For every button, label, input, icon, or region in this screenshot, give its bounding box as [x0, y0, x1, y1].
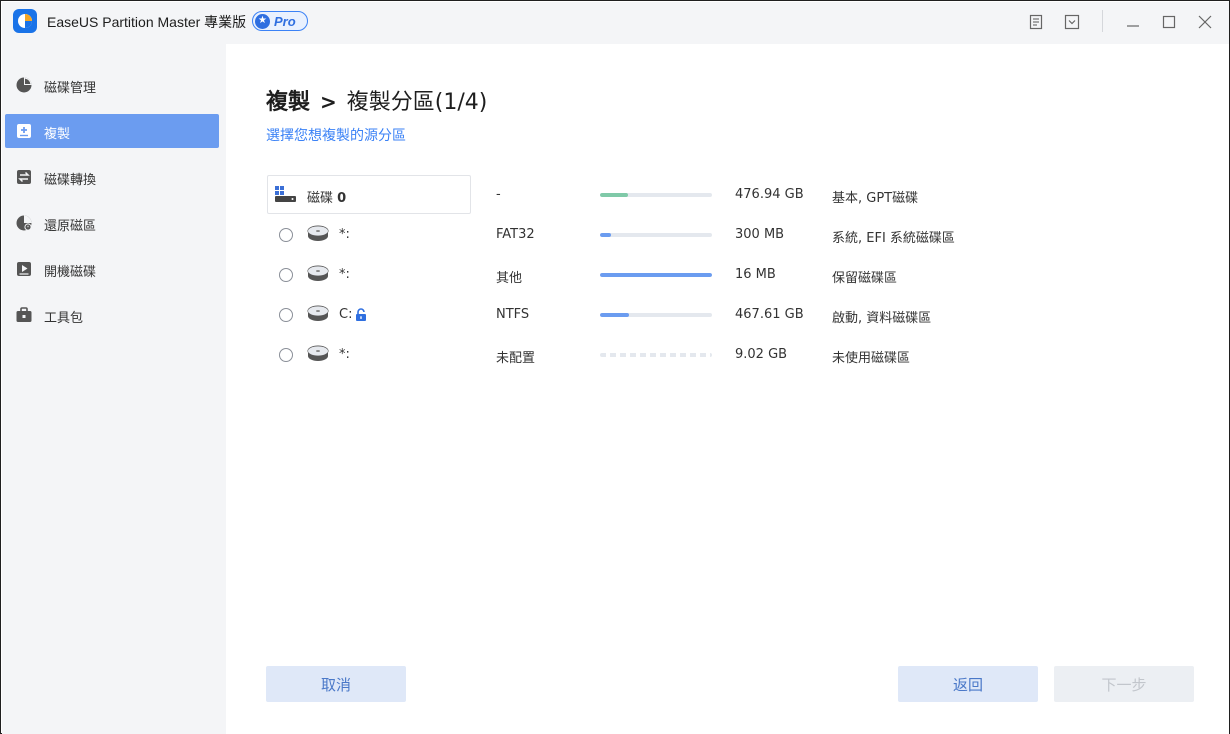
partition-usage-bar: [600, 233, 712, 237]
partition-usage-bar: [600, 353, 712, 357]
toolkit-icon: [16, 307, 32, 322]
partition-size: 9.02 GB: [735, 347, 788, 362]
partition-usage-bar: [600, 273, 712, 277]
notepad-icon: [1029, 14, 1043, 30]
unlock-icon: [356, 308, 366, 321]
minimize-icon: [1127, 25, 1139, 27]
partition-name: C:: [339, 307, 353, 322]
partition-radio[interactable]: [279, 348, 293, 362]
sidebar-item-label: 複製: [44, 127, 71, 142]
disk-size: 476.94 GB: [735, 187, 804, 202]
partition-disk-icon: [307, 305, 329, 321]
partition-row[interactable]: C: NTFS 467.61 GB 啟動, 資料磁碟區: [266, 295, 1206, 335]
partition-disk-icon: [307, 225, 329, 241]
partition-row[interactable]: *: 未配置 9.02 GB 未使用磁碟區: [266, 335, 1206, 375]
sidebar-item-label: 開機磁碟: [44, 265, 97, 280]
sidebar-item-label: 工具包: [44, 311, 84, 326]
partition-disk-icon: [307, 265, 329, 281]
partition-size: 16 MB: [735, 267, 776, 282]
sidebar-item-disk-convert[interactable]: 磁碟轉換: [5, 160, 219, 194]
sidebar-item-label: 磁碟轉換: [44, 173, 97, 188]
partition-filesystem: NTFS: [496, 307, 530, 322]
breadcrumb-current: 複製分區(1/4): [346, 90, 488, 115]
star-icon: ★: [255, 13, 270, 29]
minimize-button[interactable]: [1123, 12, 1143, 32]
convert-icon: [17, 170, 31, 184]
pro-badge-label: Pro: [274, 13, 296, 29]
partition-filesystem: 未配置: [496, 351, 536, 366]
app-title: EaseUS Partition Master 專業版: [47, 14, 247, 30]
dropdown-box-icon: [1064, 14, 1080, 30]
page-subtitle: 選擇您想複製的源分區: [266, 128, 406, 144]
maximize-icon: [1162, 15, 1176, 29]
disk-grid-icon: [275, 186, 296, 202]
partition-size: 300 MB: [735, 227, 785, 242]
app-window: EaseUS Partition Master 專業版 ★ Pro 磁碟管理 複…: [0, 0, 1230, 734]
partition-radio[interactable]: [279, 228, 293, 242]
partition-radio[interactable]: [279, 308, 293, 322]
app-logo-icon: [13, 9, 37, 33]
partition-name: *:: [339, 227, 350, 242]
sidebar-item-bootable-media[interactable]: 開機磁碟: [5, 252, 219, 286]
close-button[interactable]: [1195, 12, 1215, 32]
title-bar: EaseUS Partition Master 專業版 ★ Pro: [2, 2, 1229, 44]
sidebar-item-partition-recovery[interactable]: 還原磁區: [5, 206, 219, 240]
partition-filesystem: FAT32: [496, 227, 535, 242]
sidebar-item-label: 還原磁區: [44, 219, 97, 234]
partition-radio[interactable]: [279, 268, 293, 282]
next-button[interactable]: 下一步: [1054, 666, 1194, 702]
disk-type: 基本, GPT磁碟: [832, 191, 919, 206]
menu-button[interactable]: [1062, 12, 1082, 32]
partition-type: 啟動, 資料磁碟區: [832, 311, 932, 326]
partition-name: *:: [339, 267, 350, 282]
titlebar-divider: [1102, 10, 1103, 32]
breadcrumb-root[interactable]: 複製: [266, 84, 310, 116]
feedback-button[interactable]: [1026, 12, 1046, 32]
breadcrumb: 複製 > 複製分區(1/4): [266, 84, 487, 116]
partition-name: *:: [339, 347, 350, 362]
partition-type: 系統, EFI 系統磁碟區: [832, 231, 955, 246]
maximize-button[interactable]: [1159, 12, 1179, 32]
partition-row[interactable]: *: 其他 16 MB 保留磁碟區: [266, 255, 1206, 295]
cancel-button[interactable]: 取消: [266, 666, 406, 702]
partition-size: 467.61 GB: [735, 307, 804, 322]
sidebar-item-toolkit[interactable]: 工具包: [5, 298, 219, 332]
partition-row[interactable]: *: FAT32 300 MB 系統, EFI 系統磁碟區: [266, 215, 1206, 255]
partition-disk-icon: [307, 345, 329, 361]
pro-badge: ★ Pro: [252, 11, 308, 31]
bootable-media-icon: [17, 262, 31, 276]
sidebar-item-clone[interactable]: 複製: [5, 114, 219, 148]
disk-row: 磁碟 0 - 476.94 GB 基本, GPT磁碟: [266, 175, 1206, 215]
partition-filesystem: 其他: [496, 271, 523, 286]
partition-type: 未使用磁碟區: [832, 351, 911, 366]
clone-icon: [17, 124, 31, 138]
pie-chart-icon: [16, 77, 32, 93]
partition-type: 保留磁碟區: [832, 271, 898, 286]
sidebar: 磁碟管理 複製 磁碟轉換 還原磁區 開機磁碟 工具包: [2, 44, 226, 734]
disk-filesystem: -: [496, 187, 501, 202]
back-button[interactable]: 返回: [898, 666, 1038, 702]
sidebar-item-disk-management[interactable]: 磁碟管理: [5, 68, 219, 102]
partition-usage-bar: [600, 313, 712, 317]
close-icon: [1198, 15, 1212, 29]
sidebar-item-label: 磁碟管理: [44, 81, 97, 96]
main-panel: 複製 > 複製分區(1/4) 選擇您想複製的源分區 磁碟 0 - 476.94 …: [226, 44, 1229, 734]
disk-usage-bar: [600, 193, 712, 197]
disk-name: 磁碟 0: [307, 191, 347, 206]
recover-icon: [16, 215, 32, 231]
breadcrumb-separator: >: [320, 90, 337, 114]
